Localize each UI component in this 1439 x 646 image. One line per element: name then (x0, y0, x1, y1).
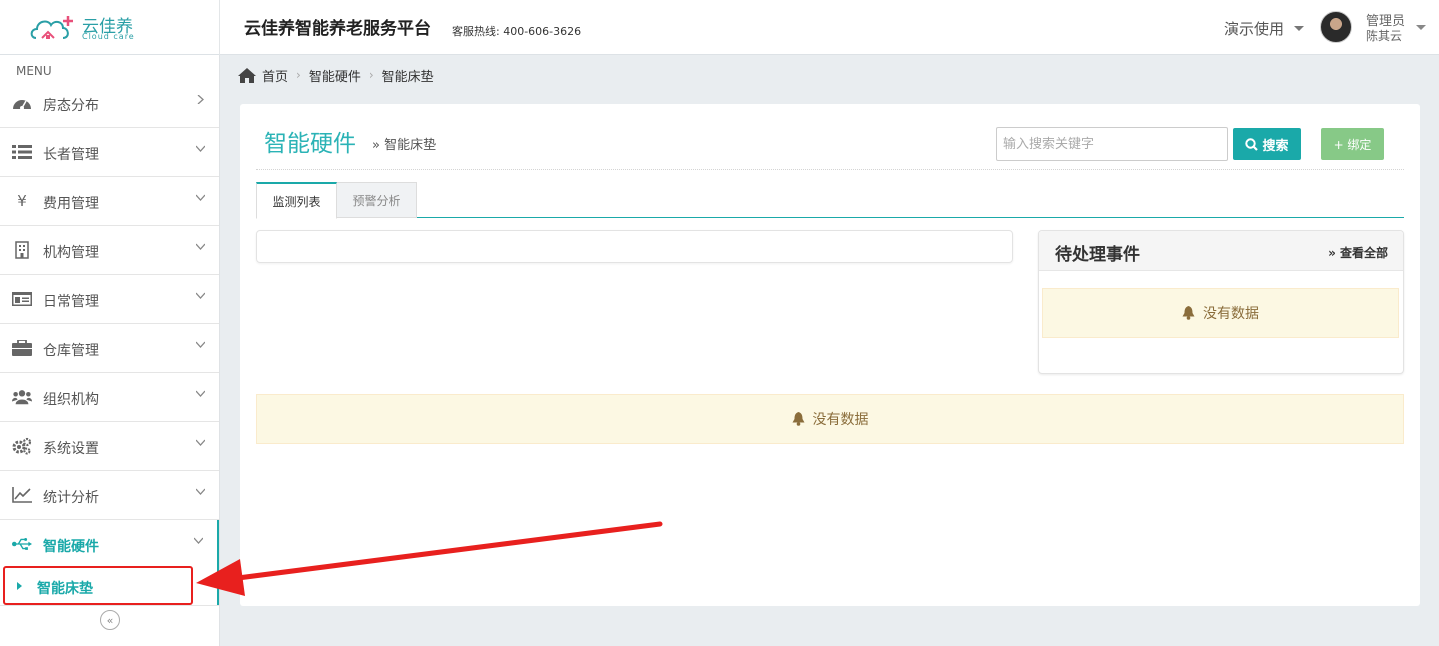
bell-icon (792, 412, 804, 426)
sidebar-item-label: 组织机构 (43, 392, 99, 408)
tab-bar: 监测列表 预警分析 (256, 182, 1404, 219)
dashboard-icon (12, 94, 32, 112)
pending-events-title: 待处理事件 (1055, 245, 1140, 265)
chevron-down-icon (196, 292, 205, 299)
chevron-down-icon (196, 439, 205, 446)
caret-down-icon[interactable] (1416, 25, 1426, 30)
annotation-highlight-box (3, 566, 193, 605)
sidebar-item-label: 系统设置 (43, 441, 99, 457)
chevron-down-icon (196, 145, 205, 152)
sidebar-item-warehouse[interactable]: 仓库管理 (0, 324, 219, 373)
app-title: 云佳养智能养老服务平台 (244, 19, 431, 39)
breadcrumb-separator: › (368, 68, 374, 82)
sidebar-item-statistics[interactable]: 统计分析 (0, 471, 219, 520)
content-panel: 智能硬件 » 智能床垫 搜索 + 绑定 监测列表 预警分析 待处理事件 » 查看… (240, 104, 1420, 606)
home-icon[interactable] (238, 67, 256, 83)
sidebar: MENU 房态分布 长者管理 ¥ 费用管理 机构管理 日常管理 仓库管理 组织机… (0, 55, 220, 646)
sidebar-item-label: 机构管理 (43, 245, 99, 261)
sidebar-item-label: 长者管理 (43, 147, 99, 163)
main-empty-notice: 没有数据 (256, 394, 1404, 444)
chevron-down-icon (196, 341, 205, 348)
hotline-text: 客服热线: 400-606-3626 (452, 25, 582, 38)
bind-button[interactable]: + 绑定 (1321, 128, 1384, 160)
id-card-icon (12, 290, 32, 308)
chevron-down-icon (196, 194, 205, 201)
monitor-list-box (256, 230, 1013, 263)
avatar[interactable] (1320, 11, 1352, 43)
collapse-sidebar-icon[interactable]: « (100, 610, 120, 630)
chevron-down-icon (196, 390, 205, 397)
breadcrumb-level1[interactable]: 智能硬件 (309, 66, 361, 85)
search-icon (1245, 137, 1259, 151)
divider (256, 169, 1404, 170)
pending-events-box: 待处理事件 » 查看全部 没有数据 (1038, 230, 1404, 374)
usb-icon (12, 535, 32, 553)
sidebar-item-label: 费用管理 (43, 196, 99, 212)
page-subtitle: » 智能床垫 (372, 138, 437, 153)
sidebar-item-organization[interactable]: 组织机构 (0, 373, 219, 422)
briefcase-icon (12, 339, 32, 357)
sidebar-item-daily[interactable]: 日常管理 (0, 275, 219, 324)
top-bar: 云佳养 Cloud care 云佳养智能养老服务平台 客服热线: 400-606… (0, 0, 1439, 55)
breadcrumb: 首页 › 智能硬件 › 智能床垫 (238, 66, 434, 85)
demo-menu[interactable]: 演示使用 (1224, 18, 1284, 39)
search-button-label: 搜索 (1262, 138, 1289, 154)
sidebar-item-label: 房态分布 (43, 98, 99, 114)
chevron-down-icon (194, 537, 203, 544)
chevron-down-icon (196, 488, 205, 495)
bell-icon (1182, 306, 1195, 320)
sidebar-item-label: 日常管理 (43, 294, 99, 310)
pending-empty-notice: 没有数据 (1042, 288, 1399, 338)
logo-subtext: Cloud care (82, 32, 135, 41)
breadcrumb-home[interactable]: 首页 (262, 66, 288, 85)
user-name[interactable]: 陈其云 (1366, 27, 1402, 44)
yen-icon: ¥ (17, 192, 27, 210)
sidebar-item-room-status[interactable]: 房态分布 (0, 79, 219, 128)
view-all-link[interactable]: » 查看全部 (1328, 244, 1388, 261)
breadcrumb-separator: › (296, 68, 301, 82)
sidebar-divider (0, 605, 219, 606)
chevron-down-icon (196, 243, 205, 250)
sidebar-item-label: 仓库管理 (43, 343, 99, 359)
search-button[interactable]: 搜索 (1233, 128, 1301, 160)
page-title: 智能硬件 (264, 131, 356, 157)
sidebar-item-elders[interactable]: 长者管理 (0, 128, 219, 177)
logo-area[interactable]: 云佳养 Cloud care (0, 0, 220, 55)
users-icon (12, 388, 32, 406)
pending-events-header: 待处理事件 » 查看全部 (1039, 231, 1403, 271)
sidebar-item-settings[interactable]: 系统设置 (0, 422, 219, 471)
search-input[interactable] (996, 127, 1228, 161)
chevron-right-icon (197, 95, 204, 104)
gears-icon (12, 437, 32, 455)
tab-alert-analysis[interactable]: 预警分析 (337, 182, 417, 218)
line-chart-icon (12, 486, 32, 504)
tab-monitor-list[interactable]: 监测列表 (256, 182, 337, 219)
list-icon (12, 143, 32, 161)
sidebar-item-smart-hardware[interactable]: 智能硬件 (0, 520, 219, 569)
sidebar-item-label: 智能硬件 (43, 539, 99, 555)
pending-empty-text: 没有数据 (1203, 306, 1259, 322)
caret-down-icon[interactable] (1294, 26, 1304, 31)
sidebar-item-label: 统计分析 (43, 490, 99, 506)
breadcrumb-level2: 智能床垫 (381, 69, 434, 85)
main-empty-text: 没有数据 (812, 412, 869, 428)
sidebar-item-fees[interactable]: ¥ 费用管理 (0, 177, 219, 226)
menu-label: MENU (16, 64, 52, 78)
sidebar-item-institutions[interactable]: 机构管理 (0, 226, 219, 275)
cloud-logo-icon (30, 16, 73, 39)
building-icon (12, 241, 32, 259)
